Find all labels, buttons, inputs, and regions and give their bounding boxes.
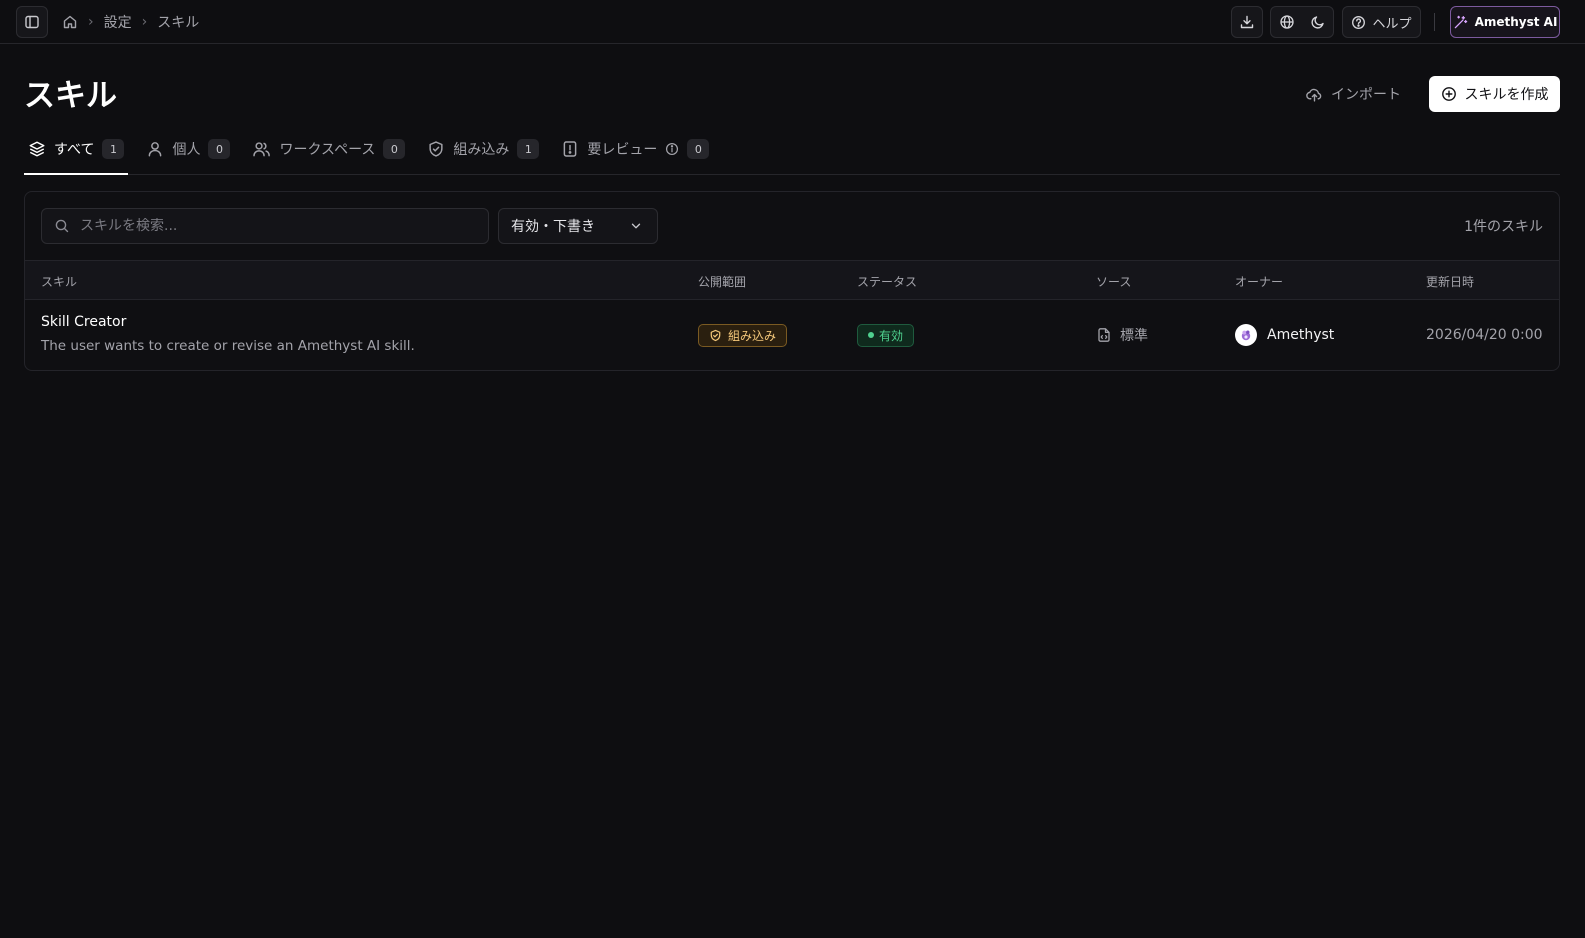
tab-needs-review[interactable]: 要レビュー 0 (557, 130, 713, 174)
top-bar: › 設定 › スキル ヘルプ Amethyst AI (0, 0, 1585, 44)
avatar (1235, 324, 1257, 346)
skill-count: 1件のスキル (1464, 219, 1543, 235)
users-icon (252, 140, 271, 158)
tab-workspace[interactable]: ワークスペース 0 (248, 130, 409, 174)
tab-bar: すべて 1 個人 0 ワークスペース 0 組み込み 1 要レビュー 0 (24, 130, 1560, 175)
column-header-skill[interactable]: スキル (41, 261, 77, 301)
moon-icon[interactable] (1310, 14, 1326, 30)
source-label: 標準 (1120, 328, 1148, 344)
home-icon[interactable] (62, 14, 78, 30)
table-header: スキル 公開範囲 ステータス ソース オーナー 更新日時 (25, 260, 1559, 300)
tab-count: 1 (102, 139, 125, 159)
sidebar-toggle-icon (24, 14, 40, 30)
shield-check-icon (427, 140, 445, 158)
user-icon (146, 140, 164, 158)
column-header-source[interactable]: ソース (1096, 261, 1131, 301)
create-skill-label: スキルを作成 (1464, 87, 1549, 103)
shield-check-icon (709, 329, 722, 342)
cloud-upload-icon (1306, 86, 1323, 103)
breadcrumb-settings[interactable]: 設定 (104, 12, 132, 32)
status-badge-label: 有効 (879, 328, 904, 343)
visibility-cell: 組み込み (698, 300, 788, 370)
amethyst-ai-button[interactable]: Amethyst AI (1450, 6, 1560, 38)
status-badge: 有効 (857, 323, 915, 347)
table-row[interactable]: Skill Creator The user wants to create o… (25, 300, 1559, 370)
info-icon[interactable] (665, 142, 679, 156)
help-label: ヘルプ (1372, 16, 1412, 32)
updated-cell: 2026/04/20 0:00 (1426, 327, 1543, 343)
tab-count: 1 (517, 139, 540, 159)
source-cell: 標準 (1096, 300, 1148, 370)
locale-theme-group (1270, 6, 1334, 38)
skill-name[interactable]: Skill Creator (41, 314, 126, 330)
search-box[interactable] (41, 208, 489, 244)
tab-count: 0 (208, 139, 231, 159)
status-dot (868, 332, 874, 338)
magic-wand-icon (1453, 15, 1468, 30)
file-alert-icon (561, 140, 579, 158)
breadcrumb-separator: › (141, 14, 148, 30)
tab-label: すべて (54, 142, 95, 158)
breadcrumb-current: スキル (157, 15, 200, 31)
builtin-badge-label: 組み込み (728, 328, 777, 343)
column-header-updated[interactable]: 更新日時 (1426, 261, 1474, 301)
tab-count: 0 (383, 139, 406, 159)
tab-personal[interactable]: 個人 0 (142, 130, 234, 174)
layers-icon (28, 140, 46, 158)
search-input[interactable] (80, 218, 460, 234)
tab-label: ワークスペース (279, 142, 376, 158)
status-cell: 有効 (857, 300, 915, 370)
column-header-status[interactable]: ステータス (857, 261, 917, 301)
builtin-badge: 組み込み (698, 323, 788, 347)
create-skill-button[interactable]: スキルを作成 (1429, 76, 1560, 112)
owner-name: Amethyst (1267, 327, 1335, 343)
tab-label: 要レビュー (587, 142, 658, 158)
breadcrumb: › 設定 › スキル (62, 0, 199, 44)
download-button[interactable] (1231, 6, 1263, 38)
chevron-down-icon (629, 219, 643, 233)
globe-icon[interactable] (1279, 14, 1295, 30)
import-label: インポート (1331, 87, 1401, 103)
tab-count: 0 (687, 139, 710, 159)
status-filter-value: 有効・下書き (511, 219, 595, 235)
help-circle-icon (1351, 15, 1366, 30)
tab-all[interactable]: すべて 1 (24, 130, 129, 175)
skill-description: The user wants to create or revise an Am… (41, 338, 415, 354)
amethyst-ai-label: Amethyst AI (1474, 15, 1558, 29)
search-icon (54, 218, 70, 234)
column-header-visibility[interactable]: 公開範囲 (698, 261, 746, 301)
skills-table-card: 有効・下書き 1件のスキル スキル 公開範囲 ステータス ソース オーナー 更新… (24, 191, 1560, 371)
owner-cell: Amethyst (1235, 300, 1334, 370)
divider (1434, 13, 1435, 31)
status-filter-select[interactable]: 有効・下書き (498, 208, 658, 244)
tab-label: 個人 (172, 142, 201, 158)
column-header-owner[interactable]: オーナー (1235, 261, 1283, 301)
import-button[interactable]: インポート (1306, 76, 1412, 112)
sidebar-toggle-button[interactable] (16, 6, 48, 38)
page-title: スキル (24, 78, 117, 114)
breadcrumb-separator: › (88, 14, 94, 30)
download-icon (1239, 14, 1255, 30)
plus-circle-icon (1441, 86, 1457, 102)
file-code-icon (1096, 327, 1112, 343)
tab-label: 組み込み (453, 142, 510, 158)
tab-builtin[interactable]: 組み込み 1 (423, 130, 543, 174)
help-button[interactable]: ヘルプ (1342, 6, 1421, 38)
